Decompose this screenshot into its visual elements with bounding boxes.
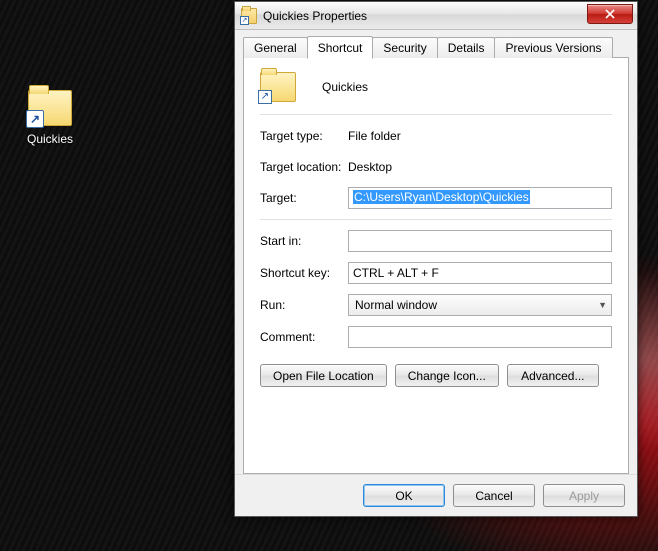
folder-icon: ↗ (28, 90, 72, 126)
label-target-location: Target location: (260, 160, 348, 174)
tabstrip: General Shortcut Security Details Previo… (243, 36, 629, 58)
titlebar-shortcut-arrow-icon: ↗ (240, 16, 249, 25)
tab-details[interactable]: Details (437, 37, 496, 58)
shortcut-arrow-icon: ↗ (26, 110, 44, 128)
label-target-type: Target type: (260, 129, 348, 143)
cancel-button[interactable]: Cancel (453, 484, 535, 507)
apply-button[interactable]: Apply (543, 484, 625, 507)
properties-dialog: ↗ Quickies Properties General Shortcut S… (234, 1, 638, 517)
tab-shortcut[interactable]: Shortcut (307, 36, 374, 59)
value-target-type: File folder (348, 129, 401, 143)
titlebar[interactable]: ↗ Quickies Properties (235, 2, 637, 30)
run-select-value: Normal window (355, 298, 437, 312)
desktop-shortcut-label: Quickies (14, 132, 86, 146)
label-target: Target: (260, 191, 348, 205)
tab-previous-versions[interactable]: Previous Versions (494, 37, 612, 58)
close-button[interactable] (587, 4, 633, 24)
label-comment: Comment: (260, 330, 348, 344)
dialog-footer: OK Cancel Apply (235, 474, 637, 516)
target-input[interactable]: C:\Users\Ryan\Desktop\Quickies (348, 187, 612, 209)
change-icon-button[interactable]: Change Icon... (395, 364, 499, 387)
advanced-button[interactable]: Advanced... (507, 364, 599, 387)
window-title: Quickies Properties (263, 9, 367, 23)
target-input-value: C:\Users\Ryan\Desktop\Quickies (353, 190, 530, 204)
chevron-down-icon: ▼ (598, 300, 607, 310)
desktop-shortcut[interactable]: ↗ Quickies (14, 90, 86, 146)
open-file-location-button[interactable]: Open File Location (260, 364, 387, 387)
close-icon (605, 9, 615, 19)
label-run: Run: (260, 298, 348, 312)
divider (260, 114, 612, 115)
tab-general[interactable]: General (243, 37, 308, 58)
ok-button[interactable]: OK (363, 484, 445, 507)
comment-input[interactable] (348, 326, 612, 348)
shortcut-arrow-icon: ↗ (258, 90, 272, 104)
run-select[interactable]: Normal window ▼ (348, 294, 612, 316)
tab-panel-shortcut: ↗ Quickies Target type: File folder Targ… (243, 58, 629, 474)
value-target-location: Desktop (348, 160, 392, 174)
shortcut-key-input[interactable] (348, 262, 612, 284)
label-shortcut-key: Shortcut key: (260, 266, 348, 280)
start-in-input[interactable] (348, 230, 612, 252)
shortcut-name: Quickies (322, 80, 368, 94)
tab-security[interactable]: Security (372, 37, 437, 58)
label-start-in: Start in: (260, 234, 348, 248)
divider (260, 219, 612, 220)
shortcut-folder-icon: ↗ (260, 72, 296, 102)
titlebar-folder-icon: ↗ (241, 8, 257, 24)
